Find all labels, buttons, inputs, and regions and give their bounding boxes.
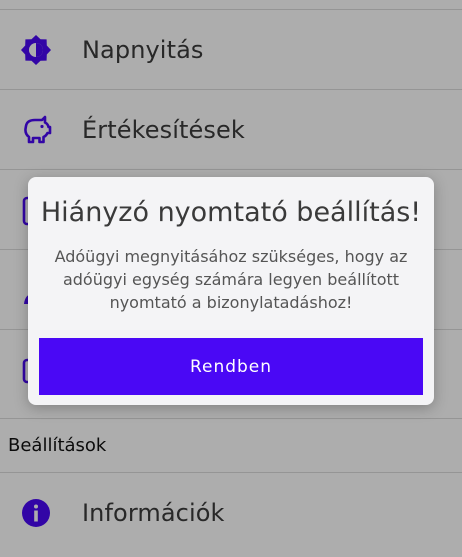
ok-button[interactable]: Rendben	[39, 338, 423, 395]
dialog-message: Adóügyi megnyitásához szükséges, hogy az…	[54, 247, 408, 312]
dialog-title: Hiányzó nyomtató beállítás!	[40, 197, 422, 228]
missing-printer-dialog: Hiányzó nyomtató beállítás! Adóügyi megn…	[28, 177, 434, 405]
